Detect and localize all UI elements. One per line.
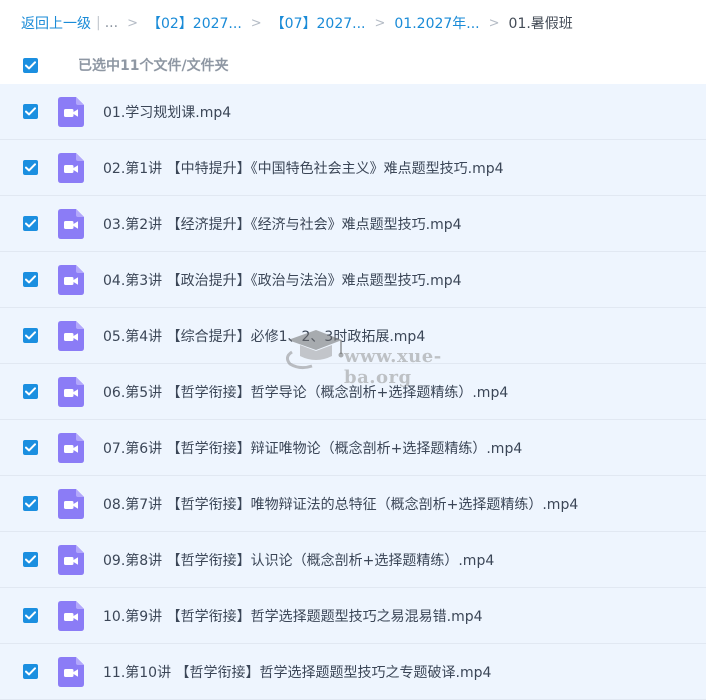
video-file-icon (58, 600, 84, 631)
video-file-icon (58, 488, 84, 519)
checkmark-icon (25, 275, 36, 284)
file-checkbox[interactable] (23, 104, 38, 119)
checkmark-icon (25, 387, 36, 396)
file-row-6[interactable]: 06.第5讲 【哲学衔接】哲学导论（概念剖析+选择题精练）.mp4 (0, 364, 706, 420)
selection-bar: 已选中11个文件/文件夹 (0, 46, 706, 84)
file-checkbox[interactable] (23, 552, 38, 567)
file-row-5[interactable]: 05.第4讲 【综合提升】必修1、2、3时政拓展.mp4 (0, 308, 706, 364)
file-row-1[interactable]: 01.学习规划课.mp4 (0, 84, 706, 140)
video-file-icon (58, 264, 84, 295)
breadcrumb-crumb-2[interactable]: 【07】2027... (271, 13, 366, 33)
file-name: 11.第10讲 【哲学衔接】哲学选择题题型技巧之专题破译.mp4 (103, 664, 492, 681)
file-name: 03.第2讲 【经济提升】《经济与社会》难点题型技巧.mp4 (103, 216, 462, 233)
file-list: 01.学习规划课.mp4 02.第1讲 【中特提升】《中国特色社会主义》难点题型… (0, 84, 706, 700)
selection-count-label: 已选中11个文件/文件夹 (78, 58, 229, 74)
checkmark-icon (25, 443, 36, 452)
video-file-icon (58, 376, 84, 407)
breadcrumb-separator: > (250, 15, 262, 31)
file-row-7[interactable]: 07.第6讲 【哲学衔接】辩证唯物论（概念剖析+选择题精练）.mp4 (0, 420, 706, 476)
video-file-icon (58, 320, 84, 351)
file-checkbox[interactable] (23, 216, 38, 231)
file-row-9[interactable]: 09.第8讲 【哲学衔接】认识论（概念剖析+选择题精练）.mp4 (0, 532, 706, 588)
checkmark-icon (25, 331, 36, 340)
file-checkbox[interactable] (23, 664, 38, 679)
video-file-icon (58, 544, 84, 575)
file-row-11[interactable]: 11.第10讲 【哲学衔接】哲学选择题题型技巧之专题破译.mp4 (0, 644, 706, 700)
file-name: 10.第9讲 【哲学衔接】哲学选择题题型技巧之易混易错.mp4 (103, 608, 483, 625)
checkmark-icon (25, 555, 36, 564)
breadcrumb-separator: > (488, 15, 500, 31)
file-checkbox[interactable] (23, 328, 38, 343)
breadcrumb-separator: > (374, 15, 386, 31)
file-checkbox[interactable] (23, 608, 38, 623)
video-file-icon (58, 96, 84, 127)
breadcrumb-crumb-3[interactable]: 01.2027年... (394, 13, 479, 33)
file-checkbox[interactable] (23, 272, 38, 287)
file-row-2[interactable]: 02.第1讲 【中特提升】《中国特色社会主义》难点题型技巧.mp4 (0, 140, 706, 196)
video-file-icon (58, 656, 84, 687)
checkmark-icon (25, 219, 36, 228)
file-name: 08.第7讲 【哲学衔接】唯物辩证法的总特征（概念剖析+选择题精练）.mp4 (103, 496, 579, 513)
checkmark-icon (25, 499, 36, 508)
checkmark-icon (25, 107, 36, 116)
breadcrumb: 返回上一级 | ... > 【02】2027... > 【07】2027... … (0, 0, 706, 46)
checkmark-icon (25, 60, 36, 69)
file-name: 05.第4讲 【综合提升】必修1、2、3时政拓展.mp4 (103, 328, 426, 345)
file-name: 04.第3讲 【政治提升】《政治与法治》难点题型技巧.mp4 (103, 272, 462, 289)
file-row-10[interactable]: 10.第9讲 【哲学衔接】哲学选择题题型技巧之易混易错.mp4 (0, 588, 706, 644)
checkmark-icon (25, 667, 36, 676)
file-name: 06.第5讲 【哲学衔接】哲学导论（概念剖析+选择题精练）.mp4 (103, 384, 509, 401)
breadcrumb-divider: | (96, 15, 101, 31)
breadcrumb-current: 01.暑假班 (508, 16, 573, 32)
back-link[interactable]: 返回上一级 (21, 13, 91, 33)
file-name: 07.第6讲 【哲学衔接】辩证唯物论（概念剖析+选择题精练）.mp4 (103, 440, 523, 457)
breadcrumb-ellipsis[interactable]: ... (105, 15, 118, 31)
checkmark-icon (25, 163, 36, 172)
file-row-4[interactable]: 04.第3讲 【政治提升】《政治与法治》难点题型技巧.mp4 (0, 252, 706, 308)
video-file-icon (58, 208, 84, 239)
select-all-checkbox[interactable] (23, 57, 38, 73)
file-checkbox[interactable] (23, 496, 38, 511)
breadcrumb-crumb-1[interactable]: 【02】2027... (147, 13, 242, 33)
video-file-icon (58, 152, 84, 183)
video-file-icon (58, 432, 84, 463)
breadcrumb-separator: > (127, 15, 138, 31)
checkmark-icon (25, 611, 36, 620)
file-checkbox[interactable] (23, 160, 38, 175)
file-row-3[interactable]: 03.第2讲 【经济提升】《经济与社会》难点题型技巧.mp4 (0, 196, 706, 252)
file-name: 09.第8讲 【哲学衔接】认识论（概念剖析+选择题精练）.mp4 (103, 552, 495, 569)
file-checkbox[interactable] (23, 440, 38, 455)
file-row-8[interactable]: 08.第7讲 【哲学衔接】唯物辩证法的总特征（概念剖析+选择题精练）.mp4 (0, 476, 706, 532)
file-checkbox[interactable] (23, 384, 38, 399)
file-name: 01.学习规划课.mp4 (103, 104, 232, 121)
file-name: 02.第1讲 【中特提升】《中国特色社会主义》难点题型技巧.mp4 (103, 160, 504, 177)
